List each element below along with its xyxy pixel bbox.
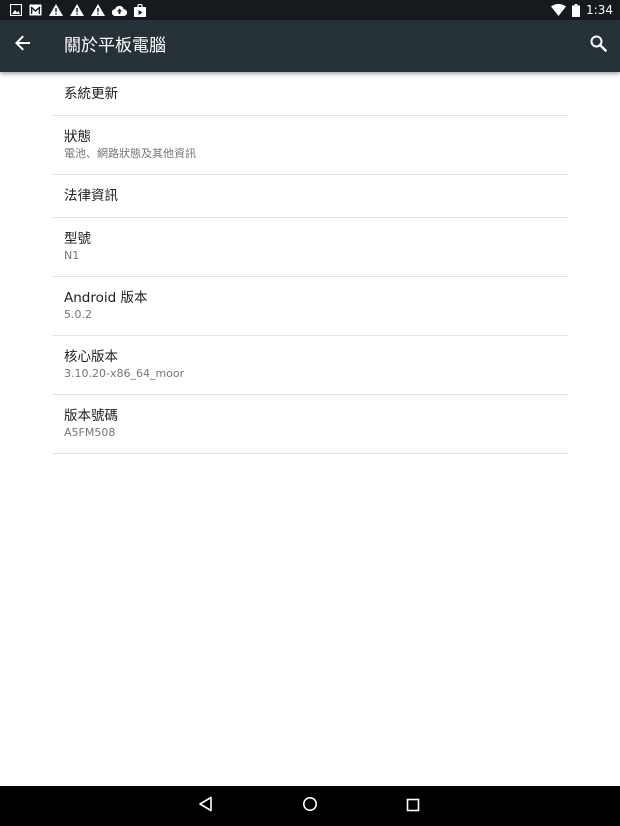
back-triangle-icon <box>198 796 214 816</box>
home-circle-icon <box>302 796 318 816</box>
setting-title: Android 版本 <box>64 290 148 306</box>
setting-status[interactable]: 狀態 電池、網路狀態及其他資訊 <box>52 116 568 175</box>
recents-square-icon <box>406 797 420 816</box>
wifi-icon <box>551 4 567 16</box>
setting-kernel-version[interactable]: 核心版本 3.10.20-x86_64_moor <box>52 336 568 395</box>
search-button[interactable] <box>586 33 610 57</box>
setting-title: 法律資訊 <box>64 188 118 204</box>
battery-icon <box>572 3 581 17</box>
gmail-icon <box>29 4 42 16</box>
cloud-upload-icon <box>112 5 127 16</box>
nav-back-button[interactable] <box>194 794 218 818</box>
setting-summary: 3.10.20-x86_64_moor <box>64 367 185 380</box>
notification-icons <box>10 3 146 17</box>
setting-title: 型號 <box>64 231 91 247</box>
setting-android-version[interactable]: Android 版本 5.0.2 <box>52 277 568 336</box>
setting-summary: A5FM508 <box>64 426 116 439</box>
setting-summary: N1 <box>64 249 80 262</box>
search-icon <box>590 35 607 56</box>
warning-icon <box>70 4 84 16</box>
page-title: 關於平板電腦 <box>64 36 166 56</box>
setting-title: 核心版本 <box>64 349 118 365</box>
image-notification-icon <box>10 4 22 16</box>
setting-summary: 5.0.2 <box>64 308 92 321</box>
about-tablet-screen: 1:34 關於平板電腦 系統更新 狀態 電池、網路狀態及其他資訊 法律資訊 型號… <box>0 0 620 826</box>
warning-icon <box>91 4 105 16</box>
nav-home-button[interactable] <box>298 794 322 818</box>
setting-summary: 電池、網路狀態及其他資訊 <box>64 147 196 160</box>
system-status: 1:34 <box>551 2 613 18</box>
arrow-back-icon <box>15 35 31 55</box>
status-time: 1:34 <box>586 3 613 17</box>
setting-legal-info[interactable]: 法律資訊 <box>52 175 568 218</box>
setting-system-update[interactable]: 系統更新 <box>52 72 568 116</box>
setting-model[interactable]: 型號 N1 <box>52 218 568 277</box>
setting-title: 版本號碼 <box>64 408 118 424</box>
setting-title: 狀態 <box>64 129 91 145</box>
nav-recents-button[interactable] <box>401 794 425 818</box>
shopping-bag-icon <box>134 3 146 17</box>
back-button[interactable] <box>10 32 36 58</box>
warning-icon <box>49 4 63 16</box>
setting-build-number[interactable]: 版本號碼 A5FM508 <box>52 395 568 454</box>
setting-title: 系統更新 <box>64 86 118 102</box>
app-toolbar: 關於平板電腦 <box>0 20 620 72</box>
navigation-bar <box>0 786 620 826</box>
status-bar: 1:34 <box>0 0 620 20</box>
